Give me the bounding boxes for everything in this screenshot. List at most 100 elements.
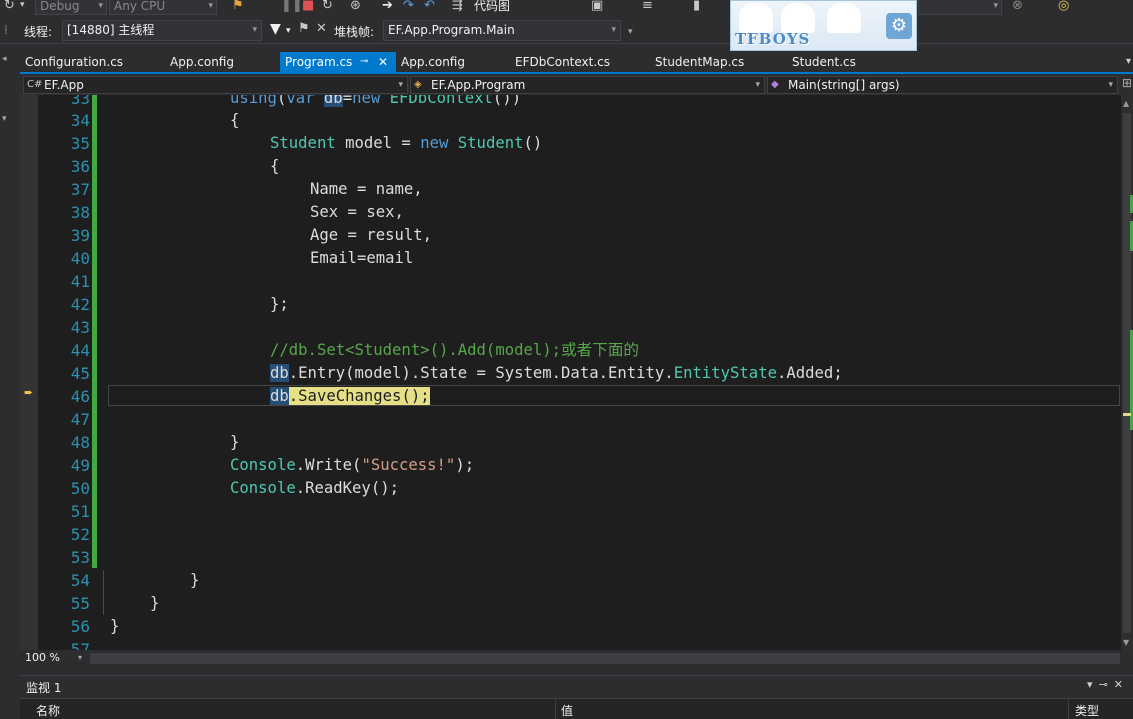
step-over-icon[interactable]: ↷ bbox=[403, 0, 414, 13]
scroll-up-icon[interactable]: ▲ bbox=[1123, 99, 1129, 108]
bookmark-icon[interactable]: ▮ bbox=[693, 0, 700, 13]
zoom-level-combo[interactable]: 100 % ▾ bbox=[22, 650, 84, 666]
csharp-project-icon: C# bbox=[27, 79, 43, 90]
code-line-40: Email=email bbox=[310, 249, 414, 267]
pin-icon[interactable]: ⊸ bbox=[360, 52, 368, 72]
attach-process-icon[interactable]: ⚑ bbox=[232, 0, 244, 13]
line-number: 52 bbox=[70, 525, 90, 544]
line-number: 47 bbox=[70, 410, 90, 429]
show-flagged-icon[interactable]: ✕ bbox=[316, 21, 327, 36]
output-icon[interactable]: ▣ bbox=[591, 0, 603, 13]
project-combo[interactable]: C# EF.App ▾ bbox=[23, 76, 408, 94]
solution-platform-combo[interactable]: Any CPU ▾ bbox=[109, 0, 217, 15]
line-number: 41 bbox=[70, 272, 90, 291]
stop-icon[interactable]: ■ bbox=[302, 0, 314, 13]
tab-configuration-cs[interactable]: Configuration.cs bbox=[20, 52, 160, 72]
code-line-49: Console.Write("Success!"); bbox=[230, 456, 475, 474]
chevron-down-icon[interactable]: ▾ bbox=[286, 26, 291, 36]
code-line-37: Name = name, bbox=[310, 180, 423, 198]
split-window-icon[interactable]: ⊞ bbox=[1122, 76, 1132, 90]
toolbar-grip-icon[interactable]: ⁞ bbox=[4, 23, 8, 37]
stack-frame-label: 堆栈帧: bbox=[334, 25, 375, 39]
line-number: 56 bbox=[70, 617, 90, 636]
standard-toolbar: ↻ ▾ Debug ▾ Any CPU ▾ ⚑ ❚❚ ■ ↻ ⊛ ➔ ↷ ↶ ⇶ 代… bbox=[0, 0, 1133, 17]
line-number: 49 bbox=[70, 456, 90, 475]
line-number: 38 bbox=[70, 203, 90, 222]
chevron-down-icon: ▾ bbox=[98, 1, 103, 11]
pause-icon[interactable]: ❚❚ bbox=[281, 0, 303, 13]
current-statement-highlight: db.SaveChanges(); bbox=[270, 387, 430, 405]
comment-icon[interactable]: ≡ bbox=[642, 0, 653, 13]
tab-app-config-2[interactable]: App.config bbox=[396, 52, 506, 72]
type-combo[interactable]: ◈ EF.App.Program ▾ bbox=[410, 76, 765, 94]
show-next-statement-icon[interactable]: ⊛ bbox=[350, 0, 361, 13]
tab-studentmap-cs[interactable]: StudentMap.cs bbox=[650, 52, 780, 72]
column-name[interactable]: 名称 bbox=[36, 702, 60, 719]
toolbar-options-icon[interactable]: ▾ bbox=[628, 27, 633, 37]
line-number: 51 bbox=[70, 502, 90, 521]
code-line-54: } bbox=[190, 571, 200, 589]
code-map-icon[interactable]: ⇶ bbox=[452, 0, 463, 13]
code-line-38: Sex = sex, bbox=[310, 203, 404, 221]
tab-list-dropdown-icon[interactable]: ▾ bbox=[1126, 56, 1131, 67]
document-tab-bar: Configuration.cs App.config Program.cs ⊸… bbox=[20, 52, 1133, 72]
code-line-42: }; bbox=[270, 295, 289, 313]
cancel-icon[interactable]: ⊗ bbox=[1012, 0, 1023, 13]
chevron-down-icon[interactable]: ▾ bbox=[20, 0, 25, 10]
restart-icon[interactable]: ↻ bbox=[322, 0, 333, 13]
line-number-margin: 33 34 35 36 37 38 39 40 41 42 43 44 45 4… bbox=[38, 95, 90, 650]
pin-icon[interactable]: ⊸ bbox=[1099, 678, 1114, 691]
line-number: 42 bbox=[70, 295, 90, 314]
line-number: 40 bbox=[70, 249, 90, 268]
flag-threads-icon[interactable]: ⚑ bbox=[298, 21, 310, 36]
close-icon[interactable]: ✕ bbox=[378, 52, 388, 72]
chevron-down-icon: ▾ bbox=[208, 1, 213, 11]
column-divider[interactable] bbox=[1068, 699, 1069, 719]
tab-app-config[interactable]: App.config bbox=[165, 52, 275, 72]
step-out-icon[interactable]: ↶ bbox=[424, 0, 435, 13]
watch-window-title: 监视 1 bbox=[26, 681, 62, 695]
brace-guide bbox=[103, 570, 104, 615]
window-menu-icon[interactable]: ▾ bbox=[1087, 678, 1099, 691]
close-icon[interactable]: ✕ bbox=[1114, 678, 1129, 691]
line-number: 53 bbox=[70, 548, 90, 567]
tab-program-cs[interactable]: Program.cs ⊸ ✕ bbox=[280, 52, 396, 72]
line-number: 44 bbox=[70, 341, 90, 360]
code-line-39: Age = result, bbox=[310, 226, 433, 244]
watch-column-header: 名称 值 类型 bbox=[20, 698, 1133, 719]
solution-configuration-combo[interactable]: Debug ▾ bbox=[35, 0, 107, 15]
code-line-35: Student model = new Student() bbox=[270, 134, 543, 152]
code-line-34: { bbox=[230, 111, 240, 129]
tab-student-cs[interactable]: Student.cs bbox=[787, 52, 897, 72]
glyph-margin[interactable]: ➨ bbox=[20, 95, 38, 650]
tab-efdbcontext-cs[interactable]: EFDbContext.cs bbox=[510, 52, 645, 72]
class-icon: ◈ bbox=[414, 79, 422, 90]
vertical-scrollbar[interactable]: ▲ ▼ bbox=[1121, 95, 1133, 650]
horizontal-scrollbar[interactable] bbox=[90, 653, 1120, 664]
code-editor[interactable]: ➨ 33 34 35 36 37 38 39 40 41 42 43 44 45… bbox=[20, 95, 1121, 650]
code-line-50: Console.ReadKey(); bbox=[230, 479, 399, 497]
column-type[interactable]: 类型 bbox=[1075, 702, 1099, 719]
refresh-icon[interactable]: ↻ bbox=[4, 0, 15, 13]
code-map-button[interactable]: 代码图 bbox=[474, 0, 510, 14]
filter-threads-icon[interactable]: ▼ bbox=[270, 21, 281, 37]
chevron-down-icon: ▾ bbox=[611, 25, 616, 35]
line-number: 34 bbox=[70, 111, 90, 130]
current-statement-arrow-icon[interactable]: ➨ bbox=[24, 386, 33, 399]
chevron-down-icon[interactable]: ▾ bbox=[2, 114, 7, 124]
stack-frame-combo[interactable]: EF.App.Program.Main ▾ bbox=[383, 20, 621, 41]
member-combo[interactable]: ◆ Main(string[] args) ▾ bbox=[767, 76, 1118, 94]
pin-icon[interactable]: ◂ bbox=[2, 54, 7, 64]
scroll-down-icon[interactable]: ▼ bbox=[1123, 638, 1129, 647]
column-divider[interactable] bbox=[555, 699, 556, 719]
column-value[interactable]: 值 bbox=[561, 702, 573, 719]
search-combo[interactable]: ▾ bbox=[918, 0, 1002, 15]
code-line-46-current-statement: db.SaveChanges(); bbox=[270, 385, 430, 408]
code-text-area[interactable]: using(var db=new EFDbContext()) { Studen… bbox=[110, 95, 1120, 650]
chevron-down-icon: ▾ bbox=[993, 1, 998, 11]
step-into-icon[interactable]: ➔ bbox=[382, 0, 393, 13]
gear-icon[interactable]: ⚙ bbox=[886, 13, 912, 39]
thread-combo[interactable]: [14880] 主线程 ▾ bbox=[62, 20, 262, 41]
status-icon: ◎ bbox=[1058, 0, 1070, 13]
figure-shape bbox=[739, 3, 773, 33]
